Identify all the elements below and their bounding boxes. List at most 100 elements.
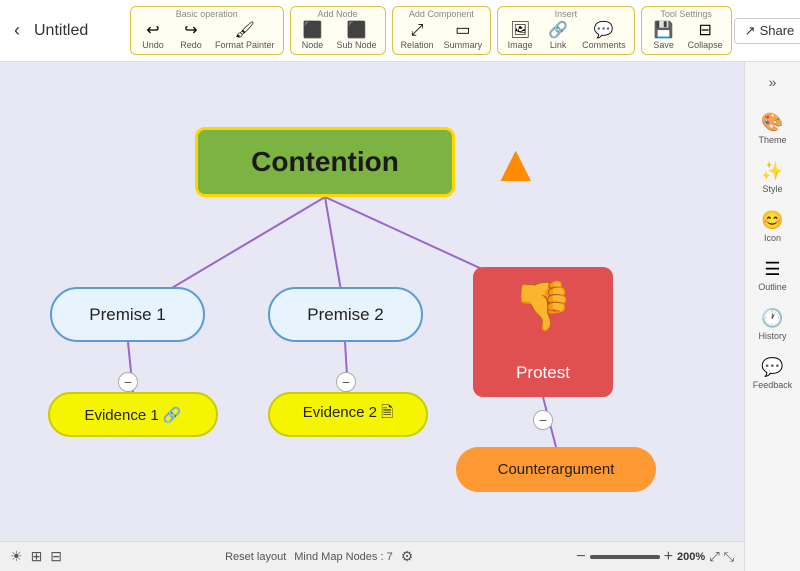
icon-icon: 😊 — [761, 210, 783, 231]
feedback-icon: 💬 — [761, 357, 783, 378]
node-premise2[interactable]: Premise 2 — [268, 287, 423, 342]
bottom-center: Reset layout Mind Map Nodes : 7 ⚙ — [72, 548, 566, 565]
node-icon: ⬛ — [303, 23, 323, 39]
evidence2-label: Evidence 2 🗎 — [303, 402, 393, 427]
image-button[interactable]: 🖼 Image — [502, 21, 538, 52]
node-contention[interactable]: Contention — [195, 127, 455, 197]
minus-premise1-evidence1[interactable]: − — [118, 372, 138, 392]
header-left: ‹ Untitled — [8, 18, 128, 43]
collapse-icon: ⊟ — [698, 23, 711, 39]
node-premise1[interactable]: Premise 1 — [50, 287, 205, 342]
format-painter-label: Format Painter — [215, 40, 275, 50]
redo-button[interactable]: ↪ Redo — [173, 21, 209, 52]
comments-button[interactable]: 💬 Comments — [578, 21, 630, 52]
image-icon: 🖼 — [510, 23, 530, 39]
undo-icon: ↩ — [146, 23, 159, 39]
counterargument-label: Counterargument — [498, 461, 615, 478]
summary-button[interactable]: ▭ Summary — [440, 21, 487, 52]
summary-icon: ▭ — [455, 23, 470, 39]
document-title: Untitled — [34, 22, 88, 40]
style-icon: ✨ — [761, 161, 783, 182]
zoom-expand-button[interactable]: ⤢ — [709, 549, 719, 565]
premise1-label: Premise 1 — [89, 305, 166, 325]
toolbar-group-insert-label: Insert — [555, 9, 578, 19]
toolbar-group-add-component: Add Component ⤢ Relation ▭ Summary — [392, 6, 492, 55]
feedback-label: Feedback — [753, 380, 793, 390]
link-button[interactable]: 🔗 Link — [540, 21, 576, 52]
redo-icon: ↪ — [184, 23, 197, 39]
bottom-icons: ☀ ⊞ ⊟ — [10, 548, 62, 565]
node-label: Node — [302, 40, 324, 50]
relation-button[interactable]: ⤢ Relation — [397, 21, 438, 52]
node-evidence2[interactable]: Evidence 2 🗎 — [268, 392, 428, 437]
toolbar-group-basic: Basic operation ↩ Undo ↪ Redo 🖌 Format P… — [130, 6, 284, 55]
format-painter-icon: 🖌 — [235, 23, 255, 39]
save-icon: 💾 — [654, 23, 674, 39]
toolbar-add-component-items: ⤢ Relation ▭ Summary — [397, 21, 487, 52]
link-icon: 🔗 — [548, 23, 568, 39]
style-label: Style — [762, 184, 782, 194]
collapse-button[interactable]: ⊟ Collapse — [684, 21, 727, 52]
toolbar-group-add-node-label: Add Node — [318, 9, 358, 19]
save-label: Save — [653, 40, 674, 50]
sidebar-item-theme[interactable]: 🎨 Theme — [749, 106, 797, 151]
node-counterargument[interactable]: Counterargument — [456, 447, 656, 492]
undo-button[interactable]: ↩ Undo — [135, 21, 171, 52]
minus-premise2-evidence2[interactable]: − — [336, 372, 356, 392]
save-button[interactable]: 💾 Save — [646, 21, 682, 52]
zoom-level: 200% — [677, 551, 705, 563]
table-icon[interactable]: ⊟ — [50, 548, 62, 565]
sun-icon[interactable]: ☀ — [10, 548, 23, 565]
zoom-minus-button[interactable]: − — [576, 548, 585, 566]
main: ▲ Contention Premise 1 − Premise 2 − 👎 P… — [0, 62, 800, 571]
sidebar-item-style[interactable]: ✨ Style — [749, 155, 797, 200]
toolbar-group-add-component-label: Add Component — [409, 9, 474, 19]
icon-label: Icon — [764, 233, 781, 243]
sidebar-item-feedback[interactable]: 💬 Feedback — [749, 351, 797, 396]
reset-layout-button[interactable]: Reset layout — [225, 551, 286, 563]
toolbar-tool-settings-items: 💾 Save ⊟ Collapse — [646, 21, 727, 52]
sub-node-button[interactable]: ⬛ Sub Node — [333, 21, 381, 52]
back-button[interactable]: ‹ — [8, 18, 26, 43]
collapse-label: Collapse — [688, 40, 723, 50]
toolbar-group-basic-label: Basic operation — [176, 9, 238, 19]
link-label: Link — [550, 40, 567, 50]
bottom-bar: ☀ ⊞ ⊟ Reset layout Mind Map Nodes : 7 ⚙ … — [0, 541, 744, 571]
minus-protest-counterargument[interactable]: − — [533, 410, 553, 430]
bottom-right: − + 200% ⤢ ⤡ — [576, 548, 734, 566]
premise2-label: Premise 2 — [307, 305, 384, 325]
grid-icon[interactable]: ⊞ — [31, 548, 43, 565]
canvas[interactable]: ▲ Contention Premise 1 − Premise 2 − 👎 P… — [0, 62, 744, 571]
toolbar-basic-items: ↩ Undo ↪ Redo 🖌 Format Painter — [135, 21, 279, 52]
evidence1-label: Evidence 1 🔗 — [84, 406, 181, 424]
history-icon: 🕐 — [761, 308, 783, 329]
zoom-slider-fill — [590, 555, 660, 559]
protest-label: Protest — [516, 363, 570, 383]
zoom-plus-button[interactable]: + — [664, 548, 673, 566]
fullscreen-button[interactable]: ⤡ — [724, 549, 734, 565]
sidebar-collapse-button[interactable]: » — [765, 70, 781, 94]
sub-node-label: Sub Node — [337, 40, 377, 50]
zoom-slider[interactable] — [590, 555, 660, 559]
toolbar-add-node-items: ⬛ Node ⬛ Sub Node — [295, 21, 381, 52]
toolbar: Basic operation ↩ Undo ↪ Redo 🖌 Format P… — [128, 6, 734, 55]
toolbar-insert-items: 🖼 Image 🔗 Link 💬 Comments — [502, 21, 630, 52]
toolbar-group-add-node: Add Node ⬛ Node ⬛ Sub Node — [290, 6, 386, 55]
theme-icon: 🎨 — [761, 112, 783, 133]
sidebar-item-icon[interactable]: 😊 Icon — [749, 204, 797, 249]
dot-icon: ⚙ — [401, 548, 414, 565]
format-painter-button[interactable]: 🖌 Format Painter — [211, 21, 279, 52]
share-button[interactable]: ↗ Share — [734, 18, 800, 44]
redo-label: Redo — [180, 40, 202, 50]
header: ‹ Untitled Basic operation ↩ Undo ↪ Redo… — [0, 0, 800, 62]
node-evidence1[interactable]: Evidence 1 🔗 — [48, 392, 218, 437]
thumbs-down-icon: 👎 — [513, 277, 573, 334]
sidebar-item-history[interactable]: 🕐 History — [749, 302, 797, 347]
contention-label: Contention — [251, 146, 399, 178]
outline-icon: ☰ — [764, 259, 780, 280]
node-button[interactable]: ⬛ Node — [295, 21, 331, 52]
outline-label: Outline — [758, 282, 787, 292]
undo-label: Undo — [142, 40, 164, 50]
node-protest[interactable]: 👎 Protest — [473, 267, 613, 397]
sidebar-item-outline[interactable]: ☰ Outline — [749, 253, 797, 298]
